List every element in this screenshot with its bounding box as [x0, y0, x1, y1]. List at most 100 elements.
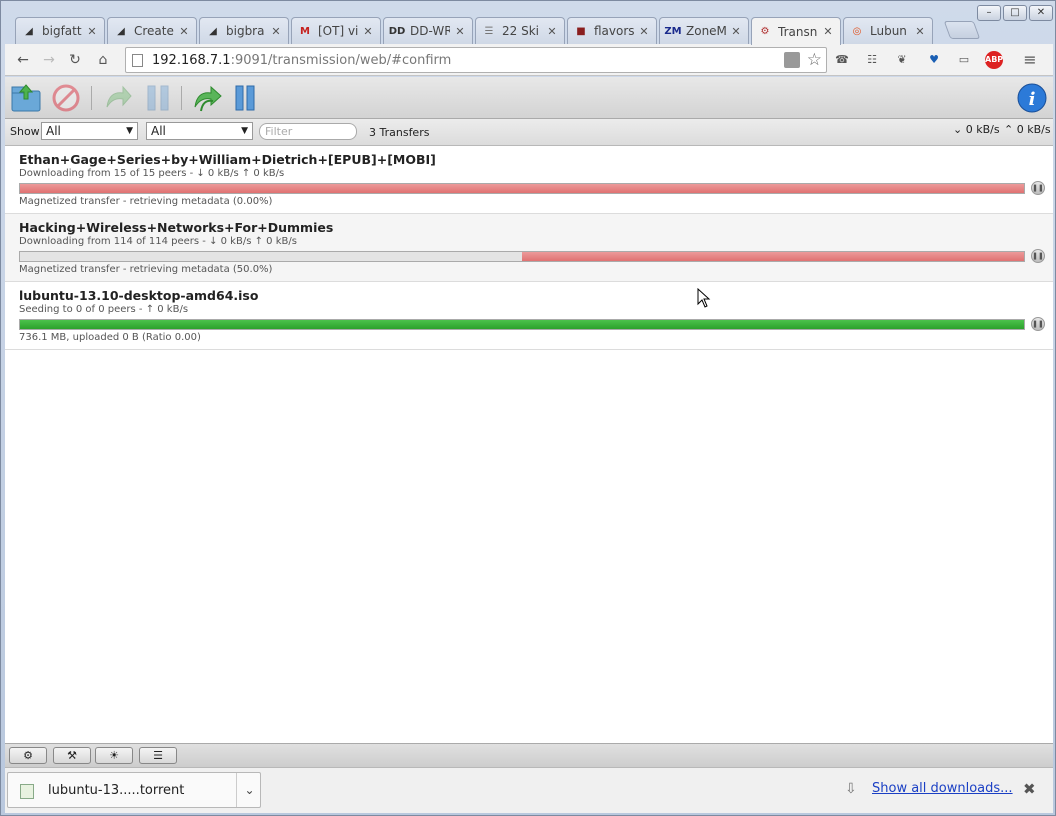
- torrent-row[interactable]: Ethan+Gage+Series+by+William+Dietrich+[E…: [5, 146, 1053, 214]
- torrent-peers: Downloading from 114 of 114 peers - ↓ 0 …: [19, 236, 297, 247]
- cast-icon[interactable]: ▭: [955, 51, 973, 69]
- close-tab-icon[interactable]: ✕: [178, 25, 190, 38]
- extension-v-icon[interactable]: ♥: [925, 51, 943, 69]
- open-torrent-icon[interactable]: [9, 81, 43, 115]
- tab-title: ZoneM: [686, 24, 726, 38]
- extension-skype-icon[interactable]: ☎: [833, 51, 851, 69]
- show-label: Show: [10, 125, 40, 138]
- mouse-cursor-icon: [697, 288, 711, 308]
- preferences-wrench-icon[interactable]: ⚒: [53, 747, 91, 764]
- close-tab-icon[interactable]: ✕: [822, 25, 834, 38]
- torrent-name: lubuntu-13.10-desktop-amd64.iso: [19, 288, 259, 303]
- close-window-button[interactable]: ✕: [1029, 5, 1053, 21]
- download-rate[interactable]: ⌄ 0 kB/s: [953, 123, 1000, 136]
- close-tab-icon[interactable]: ✕: [730, 25, 742, 38]
- transmission-toolbar: i: [5, 77, 1053, 119]
- home-icon[interactable]: ⌂: [93, 50, 113, 70]
- state-filter-select[interactable]: All ▼: [41, 122, 138, 140]
- compact-view-icon[interactable]: ☰: [139, 747, 177, 764]
- browser-tab[interactable]: ◢ bigfatt ✕: [15, 17, 105, 44]
- progress-bar: [19, 251, 1025, 262]
- dd-wrt-icon: DD: [388, 25, 406, 37]
- torrent-row[interactable]: Hacking+Wireless+Networks+For+Dummies Dow…: [5, 214, 1053, 282]
- extension-evernote-icon[interactable]: ❦: [893, 51, 911, 69]
- download-filename: lubuntu-13.....torrent: [48, 783, 185, 798]
- upload-rate-value: 0 kB/s: [1016, 123, 1051, 136]
- download-arrow-icon: ⇩: [845, 781, 857, 797]
- torrent-list: Ethan+Gage+Series+by+William+Dietrich+[E…: [5, 146, 1053, 743]
- torrent-name: Hacking+Wireless+Networks+For+Dummies: [19, 220, 334, 235]
- tab-title: Transn: [778, 24, 818, 39]
- bookmark-star-icon[interactable]: ☆: [807, 50, 822, 70]
- url-text[interactable]: 192.168.7.1:9091/transmission/web/#confi…: [152, 53, 451, 68]
- new-tab-button[interactable]: [943, 21, 981, 39]
- tracker-filter-select[interactable]: All ▼: [146, 122, 253, 140]
- dropdown-arrow-icon: ▼: [126, 126, 133, 136]
- torrent-peers: Seeding to 0 of 0 peers - ↑ 0 kB/s: [19, 304, 189, 315]
- toolbar-separator: [91, 86, 92, 110]
- pause-icon[interactable]: ❚❚: [1031, 181, 1045, 195]
- dropdown-arrow-icon: ▼: [241, 126, 248, 136]
- close-tab-icon[interactable]: ✕: [546, 25, 558, 38]
- close-shelf-icon[interactable]: ✖: [1023, 780, 1036, 798]
- menu-icon[interactable]: ≡: [1021, 51, 1039, 69]
- turtle-mode-icon[interactable]: ☀: [95, 747, 133, 764]
- transfer-count: 3 Transfers: [369, 126, 430, 139]
- tab-title: DD-WR: [410, 24, 450, 38]
- browser-window: ◢ bigfatt ✕ ◢ Create ✕ ◢ bigbra ✕ M [OT] vi ✕ DD DD-W…: [0, 0, 1056, 816]
- resume-torrent-icon[interactable]: [101, 81, 135, 115]
- reload-icon[interactable]: ↻: [65, 50, 85, 70]
- settings-gear-icon[interactable]: ⚙: [9, 747, 47, 764]
- shark-fin-icon: ◢: [25, 25, 33, 37]
- close-tab-icon[interactable]: ✕: [362, 25, 374, 38]
- download-item[interactable]: lubuntu-13.....torrent ⌄: [7, 772, 261, 808]
- browser-tab[interactable]: ◢ bigbra ✕: [199, 17, 289, 44]
- info-icon[interactable]: i: [1015, 81, 1049, 115]
- remove-torrent-icon[interactable]: [49, 81, 83, 115]
- browser-tab[interactable]: ZM ZoneM ✕: [659, 17, 749, 44]
- chevron-down-icon[interactable]: ⌄: [236, 773, 262, 807]
- close-tab-icon[interactable]: ✕: [270, 25, 282, 38]
- back-icon[interactable]: ←: [13, 50, 33, 70]
- adblock-plus-icon[interactable]: ABP: [985, 51, 1003, 69]
- browser-tab[interactable]: ⚙ Transn ✕: [751, 17, 841, 45]
- torrent-progress-text: Magnetized transfer - retrieving metadat…: [19, 196, 273, 207]
- upload-rate[interactable]: ⌃ 0 kB/s: [1004, 123, 1051, 136]
- forward-icon[interactable]: →: [39, 50, 59, 70]
- maximize-button[interactable]: □: [1003, 5, 1027, 21]
- progress-bar-fill: [20, 184, 1024, 193]
- browser-tab[interactable]: ■ flavors ✕: [567, 17, 657, 44]
- close-tab-icon[interactable]: ✕: [914, 25, 926, 38]
- close-tab-icon[interactable]: ✕: [86, 25, 98, 38]
- progress-bar-fill: [20, 320, 1024, 329]
- pause-icon[interactable]: ❚❚: [1031, 249, 1045, 263]
- browser-tab[interactable]: M [OT] vi ✕: [291, 17, 381, 44]
- filter-bar: Show All ▼ All ▼ 3 Transfers ⌄ 0 kB/s ⌃ …: [5, 119, 1053, 146]
- pause-all-icon[interactable]: [231, 81, 265, 115]
- close-tab-icon[interactable]: ✕: [638, 25, 650, 38]
- torrent-progress-text: 736.1 MB, uploaded 0 B (Ratio 0.00): [19, 332, 201, 343]
- key-icon[interactable]: [784, 52, 800, 68]
- tracker-filter-value: All: [151, 124, 166, 138]
- browser-tab[interactable]: ◎ Lubun ✕: [843, 17, 933, 44]
- show-all-downloads-link[interactable]: Show all downloads...: [872, 781, 1013, 796]
- extension-binary-icon[interactable]: ☷: [863, 51, 881, 69]
- pause-torrent-icon[interactable]: [141, 81, 175, 115]
- minimize-button[interactable]: –: [977, 5, 1001, 21]
- tab-strip: ◢ bigfatt ✕ ◢ Create ✕ ◢ bigbra ✕ M [OT] vi ✕ DD DD-W…: [1, 1, 1056, 45]
- close-tab-icon[interactable]: ✕: [454, 25, 466, 38]
- browser-tab[interactable]: DD DD-WR ✕: [383, 17, 473, 44]
- tab-title: Lubun: [870, 24, 907, 38]
- zonem-icon: ZM: [664, 25, 682, 37]
- torrent-progress-text: Magnetized transfer - retrieving metadat…: [19, 264, 273, 275]
- progress-bar: [19, 183, 1025, 194]
- filter-input[interactable]: [259, 123, 357, 140]
- browser-tab[interactable]: ☰ 22 Ski ✕: [475, 17, 565, 44]
- pause-icon[interactable]: ❚❚: [1031, 317, 1045, 331]
- resume-all-icon[interactable]: [191, 81, 225, 115]
- browser-tab[interactable]: ◢ Create ✕: [107, 17, 197, 44]
- address-bar[interactable]: 192.168.7.1:9091/transmission/web/#confi…: [125, 47, 827, 73]
- tab-title: bigbra: [226, 24, 265, 38]
- torrent-row[interactable]: lubuntu-13.10-desktop-amd64.iso Seeding t…: [5, 282, 1053, 350]
- transmission-bottom-bar: ⚙ ⚒ ☀ ☰: [5, 743, 1053, 767]
